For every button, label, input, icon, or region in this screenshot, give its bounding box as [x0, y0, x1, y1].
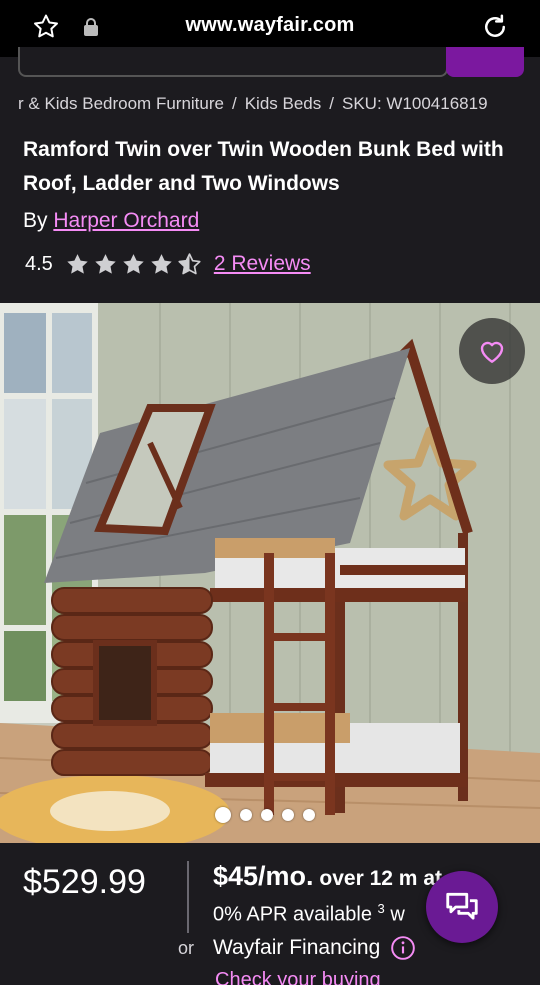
carousel-dot[interactable]	[240, 809, 252, 821]
breadcrumb-separator: /	[329, 94, 334, 113]
financing-label: Wayfair Financing	[213, 936, 381, 959]
reviews-link[interactable]: 2 Reviews	[214, 252, 311, 276]
product-price: $529.99	[23, 863, 146, 901]
favorite-button[interactable]	[459, 318, 525, 384]
apr-tail: w	[390, 903, 405, 926]
monthly-payment: $45/mo. over 12 m at	[213, 861, 442, 892]
brand-byline: By Harper Orchard	[23, 209, 199, 233]
info-icon[interactable]	[390, 935, 416, 961]
carousel-dot[interactable]	[261, 809, 273, 821]
search-button[interactable]	[446, 47, 524, 77]
carousel-dot-active[interactable]	[215, 807, 231, 823]
apr-label: 0% APR available	[213, 903, 372, 926]
chat-button[interactable]	[426, 871, 498, 943]
carousel-dots	[215, 807, 315, 823]
search-bar	[0, 47, 540, 82]
brand-link[interactable]: Harper Orchard	[53, 209, 199, 232]
heart-icon	[480, 341, 504, 363]
search-input[interactable]	[18, 47, 448, 77]
carousel-dot[interactable]	[303, 809, 315, 821]
star-half-icon	[178, 252, 201, 274]
bunk-bed-photo	[0, 303, 540, 843]
reload-icon[interactable]	[480, 12, 510, 42]
check-buying-power-link[interactable]: Check your buying	[215, 969, 381, 985]
breadcrumb-item-bedroom-furniture[interactable]: r & Kids Bedroom Furniture	[18, 94, 224, 113]
monthly-amount: $45/mo.	[213, 861, 314, 891]
rating-row: 4.5 2 Reviews	[25, 250, 311, 278]
breadcrumb: r & Kids Bedroom Furniture / Kids Beds / SKU…	[18, 94, 488, 114]
rating-stars	[65, 252, 202, 277]
financing-row: Wayfair Financing	[213, 935, 416, 961]
star-filled-icon	[67, 253, 88, 274]
price-divider	[187, 861, 189, 933]
star-filled-icon	[151, 253, 172, 274]
apr-footnote: 3	[377, 901, 385, 916]
star-filled-icon	[95, 253, 116, 274]
breadcrumb-separator: /	[231, 94, 237, 113]
rating-score: 4.5	[25, 252, 53, 275]
product-image[interactable]	[0, 303, 540, 843]
or-label: or	[178, 938, 195, 958]
product-title: Ramford Twin over Twin Wooden Bunk Bed w…	[23, 138, 504, 195]
monthly-terms: over 12 m	[319, 867, 418, 890]
by-label: By	[23, 209, 48, 232]
carousel-dot[interactable]	[282, 809, 294, 821]
breadcrumb-item-kids-beds[interactable]: Kids Beds	[245, 94, 322, 113]
apr-text: 0% APR available 3 w	[213, 901, 405, 927]
breadcrumb-sku: SKU: W100416819	[341, 94, 488, 113]
url-text[interactable]: www.wayfair.com	[0, 14, 540, 37]
star-filled-icon	[123, 253, 144, 274]
chat-icon	[446, 892, 478, 920]
